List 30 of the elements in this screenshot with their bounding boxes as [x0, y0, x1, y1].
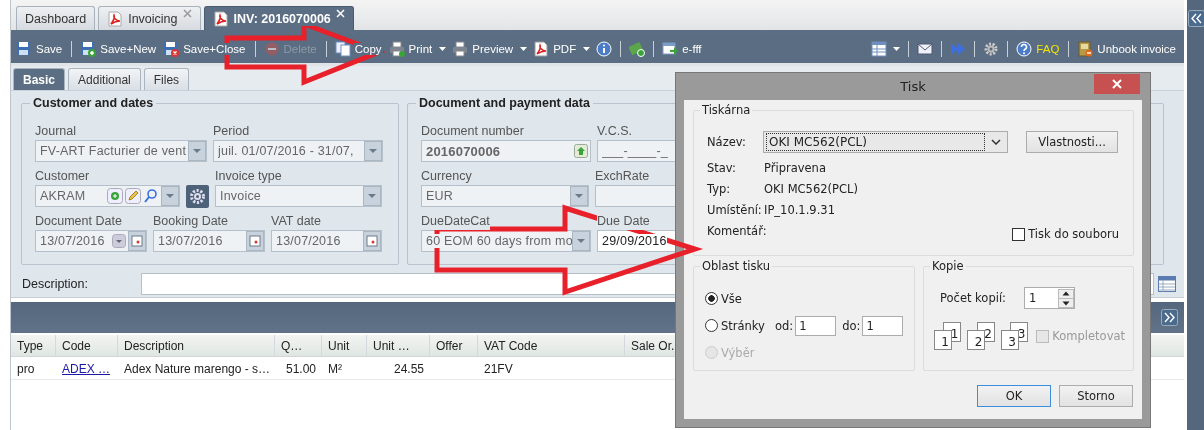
field-label: Currency: [421, 169, 472, 185]
field-label: Stav:: [707, 161, 737, 177]
table-cell-text: Adex Nature marengo - s…: [123, 361, 272, 378]
table-cell-text: 24.55: [392, 361, 425, 378]
field-label: Due Date: [597, 214, 650, 230]
group-title: Kopie: [930, 259, 966, 273]
field-label: Booking Date: [153, 214, 229, 230]
table-cell-text: pro: [16, 361, 36, 378]
group-title: Document and payment data: [416, 96, 593, 110]
field-label: DueDateCat: [421, 214, 490, 230]
page-sheet: 1: [934, 330, 952, 350]
field-label: Počet kopií:: [940, 291, 1006, 305]
field-value: OKI MC562(PCL): [764, 182, 858, 198]
field-label: od:: [775, 318, 794, 333]
table-cell-text: M²: [327, 361, 343, 378]
field-value: IP_10.1.9.31: [764, 203, 835, 219]
group-title: Customer and dates: [30, 96, 157, 110]
table-cell-text: 51.00: [284, 361, 317, 378]
field-label: Název:: [707, 135, 747, 149]
field-label: Typ:: [707, 182, 732, 198]
field-label: Invoice type: [215, 169, 282, 185]
field-label: do:: [842, 318, 861, 333]
group-title: Tiskárna: [700, 103, 753, 117]
group-title: Oblast tisku: [700, 259, 773, 273]
table-cell-text: 21FV: [483, 361, 514, 378]
field-label: Komentář:: [707, 224, 764, 240]
field-value: Připravena: [764, 161, 826, 177]
dialog-title: Tisk: [900, 79, 926, 94]
field-label: Description:: [21, 277, 89, 291]
field-label: Umístění:: [707, 203, 763, 219]
